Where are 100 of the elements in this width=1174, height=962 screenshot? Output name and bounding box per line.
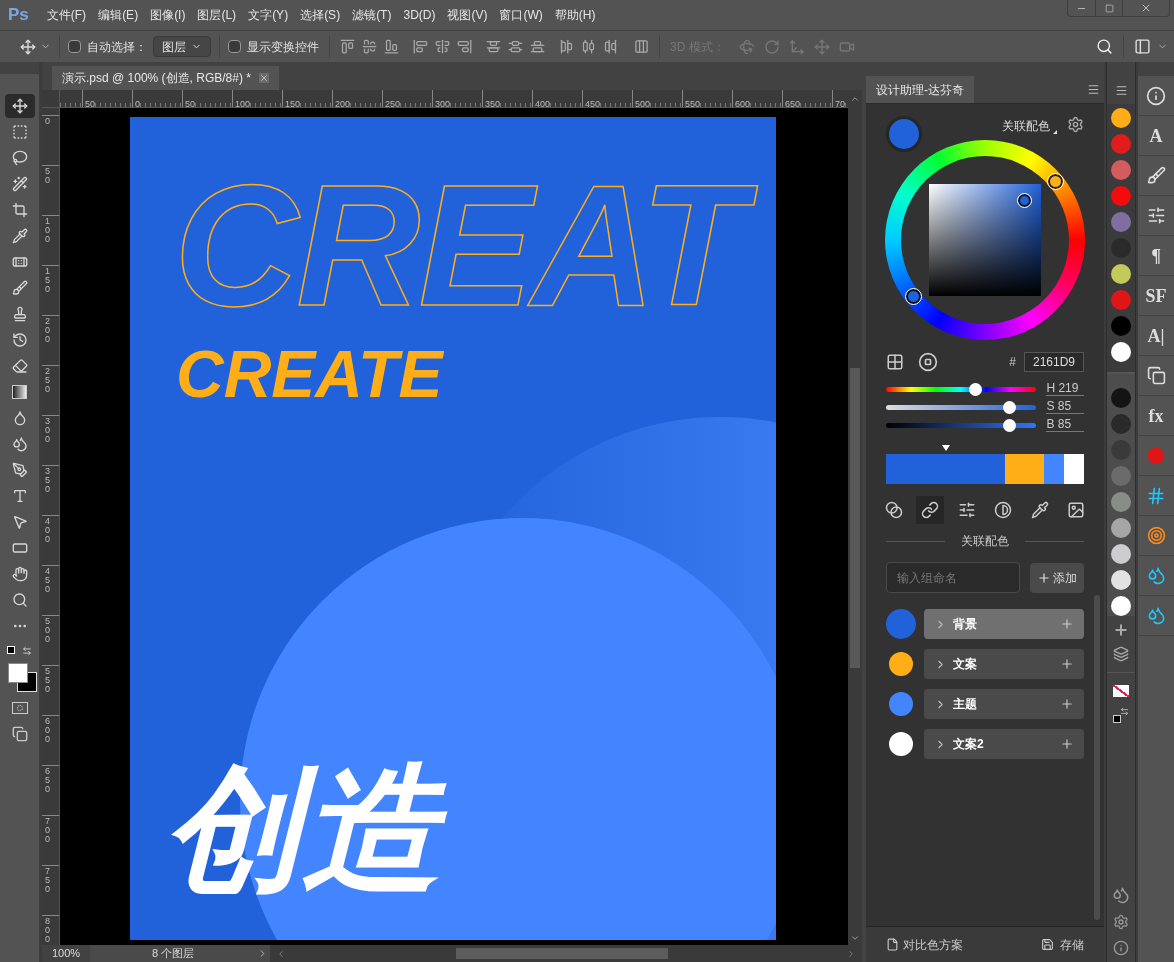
align-icon[interactable] xyxy=(413,39,428,54)
scheme-dropdown[interactable]: 关联配色 xyxy=(1002,117,1050,135)
target-icon[interactable] xyxy=(1146,526,1166,545)
panel-tab[interactable]: 设计助理-达芬奇 xyxy=(866,76,974,103)
scroll-thumb[interactable] xyxy=(456,948,668,959)
align-icon[interactable] xyxy=(486,39,501,54)
swatch[interactable] xyxy=(1111,342,1131,362)
swatch[interactable] xyxy=(1111,316,1131,336)
align-icon[interactable] xyxy=(581,39,596,54)
scheme-button[interactable]: 对比色方案 xyxy=(886,935,963,954)
panel-shortcut[interactable]: A xyxy=(1149,126,1163,145)
move-tool-preset[interactable] xyxy=(20,38,51,55)
palette-swatch[interactable] xyxy=(1064,454,1084,484)
panel-menu-icon[interactable] xyxy=(1087,83,1100,96)
quick-mask-icon[interactable] xyxy=(11,702,28,714)
horizontal-scrollbar[interactable] xyxy=(270,945,862,962)
menu-item[interactable]: 文件(F) xyxy=(46,6,87,24)
swatch[interactable] xyxy=(1111,414,1131,434)
checkbox[interactable] xyxy=(68,40,81,53)
menu-item[interactable]: 图像(I) xyxy=(150,6,186,24)
align-icon[interactable] xyxy=(603,39,618,54)
swatch[interactable] xyxy=(1111,212,1131,232)
menu-item[interactable]: 窗口(W) xyxy=(499,6,543,24)
panel-shortcut[interactable]: SF xyxy=(1145,286,1167,305)
layers-icon[interactable] xyxy=(1113,646,1129,662)
document-tab[interactable]: 演示.psd @ 100% (创造, RGB/8#) * xyxy=(52,66,279,90)
transform-icon[interactable] xyxy=(1146,366,1166,385)
swatch[interactable] xyxy=(1111,518,1131,538)
palette-swatch[interactable] xyxy=(1004,454,1045,484)
stop-icon[interactable] xyxy=(918,352,938,372)
plugin-logo-icon[interactable] xyxy=(1146,566,1166,585)
align-icon[interactable] xyxy=(362,39,377,54)
plugin-logo-icon[interactable] xyxy=(1112,886,1130,904)
menu-item[interactable]: 帮助(H) xyxy=(554,6,596,24)
menu-item[interactable]: 选择(S) xyxy=(300,6,341,24)
search-icon[interactable] xyxy=(1096,38,1113,55)
saturation-brightness-square[interactable] xyxy=(929,184,1041,296)
scroll-left-icon[interactable] xyxy=(276,948,286,959)
swatch[interactable] xyxy=(1111,544,1131,564)
screen-mode-icon[interactable] xyxy=(11,726,28,742)
swatch[interactable] xyxy=(1111,160,1131,180)
color-group-row[interactable]: 主题 xyxy=(924,689,1084,719)
hue-handle[interactable] xyxy=(1048,174,1063,189)
panel-menu-icon[interactable] xyxy=(1114,83,1128,97)
align-icon[interactable] xyxy=(384,39,399,54)
panel-shortcut[interactable]: A| xyxy=(1147,326,1165,345)
swatch[interactable] xyxy=(1111,596,1131,616)
zoom-level[interactable]: 100% xyxy=(42,945,90,962)
distribute-icon[interactable] xyxy=(634,39,649,54)
settings-icon[interactable] xyxy=(1067,116,1084,133)
swap-colors-icon[interactable] xyxy=(1113,707,1129,723)
panel-scrollbar[interactable] xyxy=(1094,595,1100,920)
align-icon[interactable] xyxy=(530,39,545,54)
hue-handle[interactable] xyxy=(906,289,921,304)
sliders-icon[interactable] xyxy=(1146,206,1166,225)
plus-icon[interactable] xyxy=(1060,697,1074,711)
scroll-up-icon[interactable] xyxy=(850,94,860,104)
menu-item[interactable]: 编辑(E) xyxy=(98,6,139,24)
grid-icon[interactable] xyxy=(886,353,904,371)
align-icon[interactable] xyxy=(559,39,574,54)
plus-icon[interactable] xyxy=(1060,617,1074,631)
hash-icon[interactable] xyxy=(1146,485,1166,506)
scroll-thumb[interactable] xyxy=(850,368,860,668)
align-icon[interactable] xyxy=(435,39,450,54)
close-icon[interactable] xyxy=(258,73,269,83)
palette-swatch[interactable] xyxy=(886,454,1005,484)
swatch[interactable] xyxy=(1111,466,1131,486)
add-swatch-icon[interactable] xyxy=(1113,622,1129,638)
align-icon[interactable] xyxy=(508,39,523,54)
plus-icon[interactable] xyxy=(1060,657,1074,671)
color-group-row[interactable]: 文案2 xyxy=(924,729,1084,759)
slider-thumb[interactable] xyxy=(1003,418,1017,432)
palette-swatch[interactable] xyxy=(1044,454,1065,484)
align-icon[interactable] xyxy=(340,39,355,54)
panel-shortcut[interactable]: ¶ xyxy=(1151,246,1161,265)
menu-item[interactable]: 文字(Y) xyxy=(248,6,289,24)
slider-thumb[interactable] xyxy=(968,382,982,396)
hex-field[interactable]: 2161D9 xyxy=(1024,352,1084,372)
scroll-down-icon[interactable] xyxy=(850,933,860,943)
swap-icon[interactable] xyxy=(21,646,32,656)
menu-item[interactable]: 滤镜(T) xyxy=(352,6,392,24)
add-button[interactable]: 添加 xyxy=(1030,562,1084,593)
group-name-field[interactable]: 输入组命名 xyxy=(886,562,1020,593)
color-group-row[interactable]: 文案 xyxy=(924,649,1084,679)
color-group-row[interactable]: 背景 xyxy=(924,609,1084,639)
swatch[interactable] xyxy=(1111,388,1131,408)
scroll-right-icon[interactable] xyxy=(846,948,856,959)
panel-shortcut[interactable]: fx xyxy=(1148,406,1164,425)
mode-button[interactable] xyxy=(916,496,945,524)
menu-item[interactable]: 3D(D) xyxy=(403,6,436,24)
slider-thumb[interactable] xyxy=(1003,400,1017,414)
info-icon[interactable] xyxy=(1113,940,1129,956)
no-color-icon[interactable] xyxy=(1113,685,1129,697)
swatch[interactable] xyxy=(1111,492,1131,512)
workspace-switcher[interactable] xyxy=(1134,38,1168,55)
palette-bar[interactable] xyxy=(886,454,1084,484)
swatch[interactable] xyxy=(1111,108,1131,128)
menu-item[interactable]: 视图(V) xyxy=(447,6,488,24)
swatch[interactable] xyxy=(1111,264,1131,284)
checkbox[interactable] xyxy=(228,40,241,53)
